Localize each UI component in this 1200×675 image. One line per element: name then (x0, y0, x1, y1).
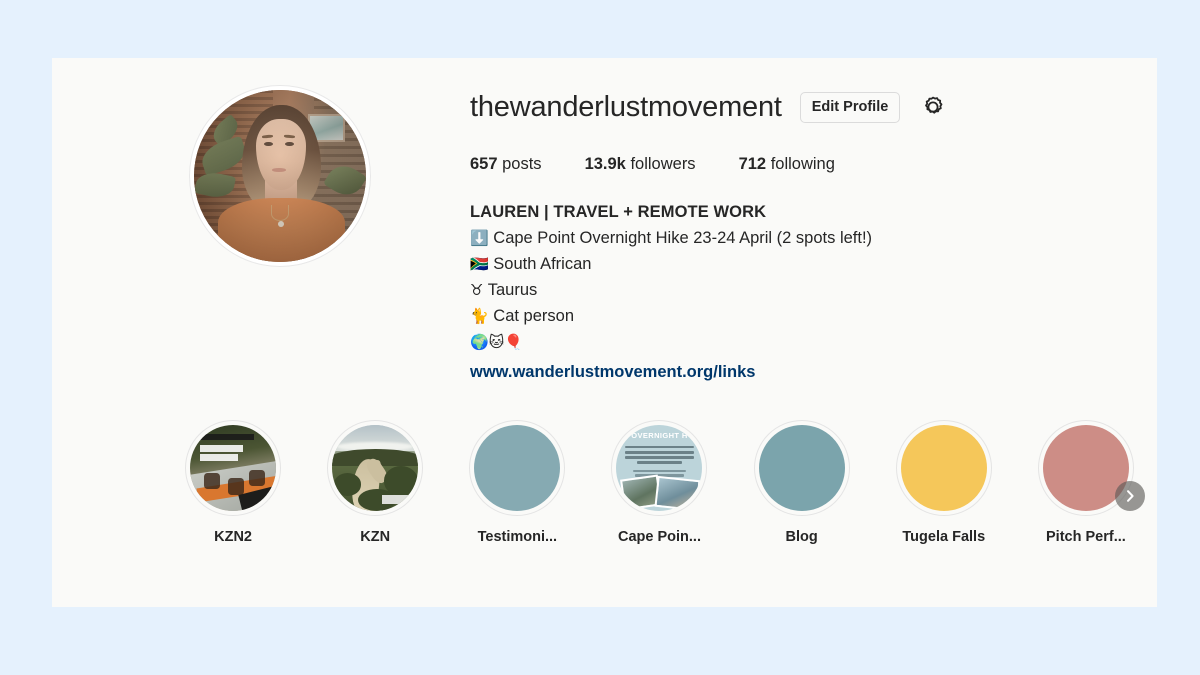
thumb-text-strip (625, 450, 694, 454)
thumb-text-strip (632, 469, 687, 473)
thumb-photo (654, 476, 701, 511)
stat-followers[interactable]: 13.9k followers (585, 156, 696, 173)
bio-line-text: Taurus (487, 280, 538, 299)
highlight-ring (185, 420, 282, 516)
profile-bio: LAUREN | TRAVEL + REMOTE WORK ⬇️ Cape Po… (470, 199, 1137, 385)
profile-info: thewanderlustmovement Edit Profile 657 p… (470, 84, 1137, 385)
chevron-right-icon[interactable] (1114, 481, 1145, 511)
highlight-thumbnail (474, 425, 561, 511)
username-row: thewanderlustmovement Edit Profile (470, 84, 1137, 130)
highlight-blog[interactable]: Blog (731, 420, 873, 545)
gear-icon[interactable] (920, 94, 946, 120)
thumb-text-strip (200, 444, 244, 452)
page-root: thewanderlustmovement Edit Profile 657 p… (0, 0, 1200, 675)
highlight-ring (327, 420, 424, 516)
stat-following[interactable]: 712 following (739, 156, 835, 173)
bio-line: ♉ Taurus (470, 277, 1137, 303)
bio-line-text: South African (493, 254, 592, 273)
highlight-thumbnail (332, 425, 419, 511)
bio-line: ⬇️ Cape Point Overnight Hike 23-24 April… (470, 225, 1137, 251)
globe-cat-balloon-icons: 🌍🐱🎈 (470, 332, 523, 351)
highlight-label: Cape Poin... (617, 529, 701, 545)
highlight-label: Testimoni... (477, 529, 558, 545)
thumb-shape (227, 478, 245, 495)
highlight-kzn2[interactable]: KZN2 (162, 420, 304, 545)
thumb-shape (248, 469, 265, 487)
highlight-pitch-perfect[interactable]: Pitch Perf... (1015, 420, 1157, 545)
stat-followers-label: followers (630, 155, 696, 173)
stat-posts-label: posts (502, 155, 542, 173)
thumb-shape (203, 473, 221, 490)
avatar-image (194, 90, 366, 262)
highlight-ring: OVERNIGHT H (611, 420, 708, 516)
stat-following-label: following (770, 155, 835, 173)
edit-profile-button[interactable]: Edit Profile (799, 91, 901, 123)
profile-card: thewanderlustmovement Edit Profile 657 p… (52, 58, 1157, 607)
highlight-cape-point[interactable]: OVERNIGHT H Cape Poin... (588, 420, 730, 545)
highlight-ring (753, 420, 850, 516)
highlight-ring (469, 420, 566, 516)
highlight-thumbnail: OVERNIGHT H (616, 425, 703, 511)
bio-title: LAUREN | TRAVEL + REMOTE WORK (470, 202, 767, 221)
stat-followers-value: 13.9k (584, 155, 626, 173)
thumb-text-strip (382, 494, 415, 505)
thumb-text-strip (625, 445, 694, 449)
highlight-testimonials[interactable]: Testimoni... (446, 420, 588, 545)
highlight-tugela-falls[interactable]: Tugela Falls (873, 420, 1015, 545)
bio-line: 🇿🇦 South African (470, 251, 1137, 277)
thumb-text-strip (200, 433, 254, 441)
thumb-text-strip (625, 455, 694, 459)
highlight-label: KZN (360, 529, 391, 545)
profile-stats: 657 posts 13.9k followers 712 following (470, 156, 1137, 173)
stat-posts[interactable]: 657 posts (470, 156, 542, 173)
highlight-label: Pitch Perf... (1046, 529, 1126, 545)
down-arrow-icon: ⬇️ (470, 228, 489, 247)
thumb-text-strip (200, 454, 239, 462)
highlight-label: Tugela Falls (902, 529, 986, 545)
cat-icon: 🐈 (470, 306, 489, 325)
page-title: thewanderlustmovement (470, 90, 782, 123)
avatar[interactable] (189, 85, 371, 267)
highlight-ring (1037, 420, 1145, 516)
bio-line: 🐈 Cat person (470, 303, 1137, 329)
south-africa-flag-icon: 🇿🇦 (470, 254, 489, 273)
taurus-icon: ♉ (470, 280, 484, 299)
highlight-thumbnail (758, 425, 845, 511)
bio-line: 🌍🐱🎈 (470, 329, 1137, 355)
stat-posts-value: 657 (470, 155, 498, 173)
bio-link[interactable]: www.wanderlustmovement.org/links (470, 359, 755, 385)
story-highlights: KZN2 KZN Testimoni... OVERNIGHT H Cape P… (162, 420, 1157, 545)
highlight-kzn[interactable]: KZN (304, 420, 446, 545)
thumb-shape (333, 473, 362, 496)
profile-header: thewanderlustmovement Edit Profile 657 p… (52, 58, 1157, 388)
thumb-text-strip (637, 461, 682, 464)
thumb-flyer-title: OVERNIGHT H (631, 431, 688, 441)
highlight-thumbnail (900, 425, 987, 511)
highlight-label: Blog (785, 529, 818, 545)
stat-following-value: 712 (738, 155, 767, 173)
highlight-label: KZN2 (214, 529, 252, 545)
bio-line-text: Cat person (493, 306, 574, 325)
highlight-ring (895, 420, 992, 516)
avatar-vignette (194, 90, 366, 262)
bio-line-text: Cape Point Overnight Hike 23-24 April (2… (493, 228, 873, 247)
highlight-thumbnail (190, 425, 277, 511)
